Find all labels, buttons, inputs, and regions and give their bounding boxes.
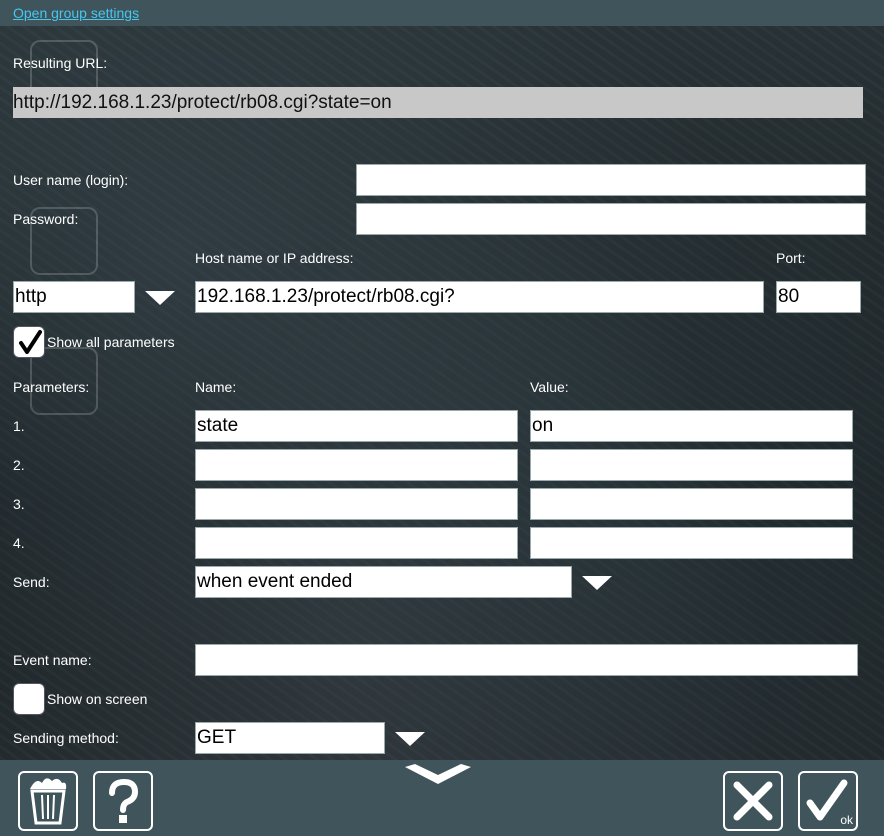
parameter-name-input[interactable]: state	[195, 410, 518, 442]
checkmark-icon	[19, 330, 42, 354]
parameter-name-input[interactable]	[195, 527, 518, 559]
event-name-label: Event name:	[13, 652, 92, 668]
delete-button[interactable]	[18, 771, 78, 831]
parameter-value-column-label: Value:	[530, 379, 569, 395]
show-all-parameters-checkbox[interactable]	[13, 326, 45, 358]
parameter-row-index: 3.	[13, 496, 25, 512]
password-label: Password:	[13, 211, 79, 227]
parameter-name-column-label: Name:	[195, 379, 237, 395]
help-button[interactable]	[93, 771, 153, 831]
password-input[interactable]	[356, 203, 866, 235]
parameter-value-input[interactable]: on	[530, 410, 853, 442]
host-label: Host name or IP address:	[195, 250, 354, 266]
event-name-input[interactable]	[195, 644, 858, 676]
send-label: Send:	[13, 574, 50, 590]
username-label: User name (login):	[13, 172, 129, 188]
host-input[interactable]: 192.168.1.23/protect/rb08.cgi?	[195, 281, 764, 313]
chevron-down-icon[interactable]	[405, 764, 471, 786]
parameter-row-index: 1.	[13, 418, 25, 434]
ok-button[interactable]: ok	[798, 771, 858, 831]
send-dropdown-arrow-icon[interactable]	[581, 575, 613, 591]
port-label: Port:	[776, 250, 806, 266]
parameter-name-input[interactable]	[195, 488, 518, 520]
username-input[interactable]	[356, 164, 866, 196]
parameter-row-index: 4.	[13, 535, 25, 551]
ok-label: ok	[840, 813, 853, 827]
parameters-label: Parameters:	[13, 379, 90, 395]
sending-method-dropdown-arrow-icon[interactable]	[394, 731, 426, 747]
show-all-parameters-label: Show all parameters	[47, 334, 175, 350]
resulting-url-label: Resulting URL:	[13, 55, 108, 71]
cancel-button[interactable]	[723, 771, 783, 831]
question-icon	[109, 778, 139, 823]
send-select[interactable]: when event ended	[195, 566, 572, 598]
protocol-dropdown-arrow-icon[interactable]	[144, 290, 176, 306]
show-on-screen-label: Show on screen	[47, 691, 148, 707]
sending-method-label: Sending method:	[13, 730, 119, 746]
top-bar: Open group settings	[0, 0, 884, 26]
parameter-row-index: 2.	[13, 457, 25, 473]
protocol-select[interactable]: http	[13, 281, 135, 313]
port-input[interactable]: 80	[776, 281, 861, 313]
resulting-url-value: http://192.168.1.23/protect/rb08.cgi?sta…	[13, 87, 863, 118]
show-on-screen-checkbox[interactable]	[13, 683, 45, 715]
trash-icon	[30, 778, 67, 825]
parameter-name-input[interactable]	[195, 449, 518, 481]
parameter-value-input[interactable]	[530, 449, 853, 481]
parameter-value-input[interactable]	[530, 527, 853, 559]
sending-method-select[interactable]: GET	[195, 722, 385, 754]
close-icon	[733, 781, 773, 821]
open-group-settings-link[interactable]: Open group settings	[13, 5, 139, 21]
parameter-value-input[interactable]	[530, 488, 853, 520]
